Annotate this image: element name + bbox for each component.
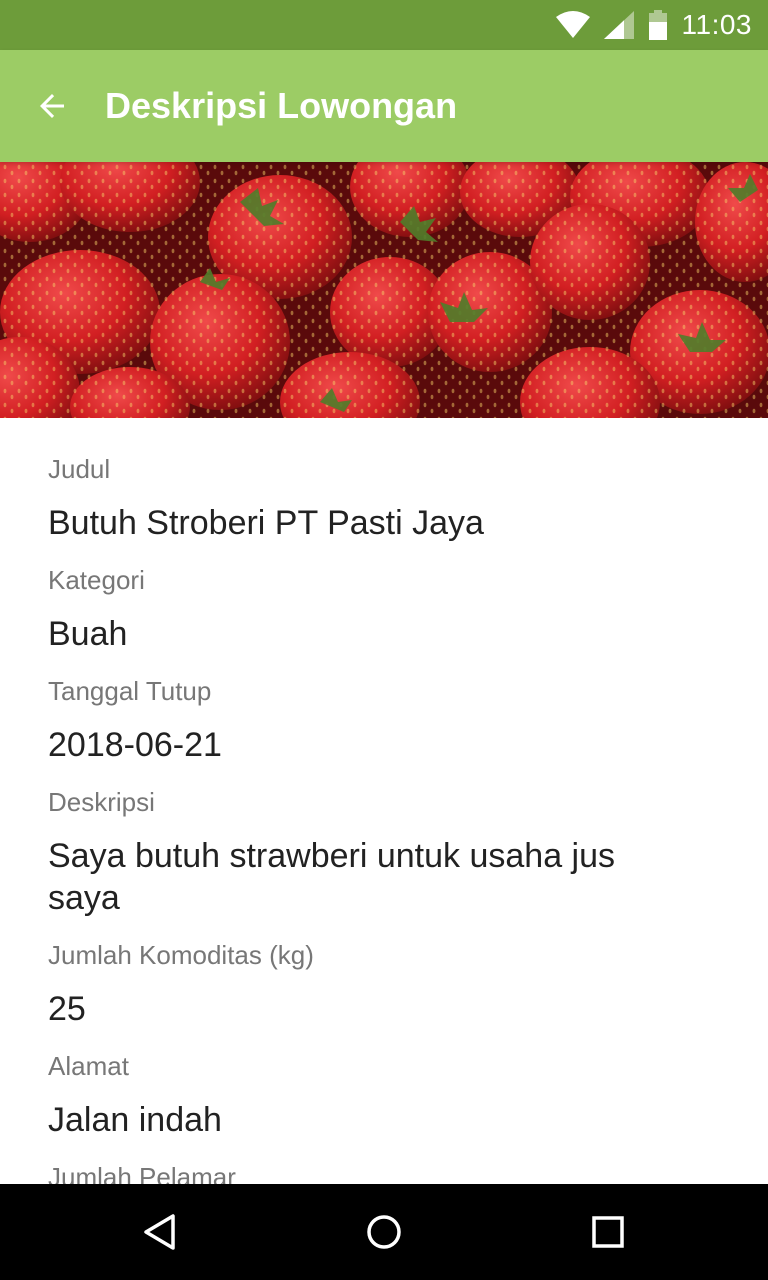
status-icons: 11:03 xyxy=(555,0,753,50)
alamat-label: Alamat xyxy=(48,1051,129,1081)
circle-home-icon xyxy=(367,1215,401,1249)
wifi-icon xyxy=(555,11,590,38)
deskripsi-value: Saya butuh strawberi untuk usaha jus say… xyxy=(48,837,616,917)
triangle-back-icon xyxy=(144,1214,175,1250)
alamat-value: Jalan indah xyxy=(48,1101,222,1139)
tanggal-tutup-value: 2018-06-21 xyxy=(48,726,222,764)
jumlah-komoditas-value: 25 xyxy=(48,990,86,1028)
system-nav-bar xyxy=(0,1184,768,1280)
status-bar: 11:03 xyxy=(0,0,768,50)
tanggal-tutup-label: Tanggal Tutup xyxy=(48,676,212,706)
arrow-back-icon xyxy=(40,94,64,118)
banner-image xyxy=(0,162,768,418)
nav-home-button[interactable] xyxy=(354,1202,414,1262)
jumlah-pelamar-label: Jumlah Pelamar xyxy=(48,1162,236,1184)
nav-recents-button[interactable] xyxy=(578,1202,638,1262)
status-time: 11:03 xyxy=(681,9,752,40)
nav-back-button[interactable] xyxy=(130,1202,190,1262)
job-details: Judul Butuh Stroberi PT Pasti Jaya Kateg… xyxy=(0,418,768,1184)
deskripsi-label: Deskripsi xyxy=(48,787,155,817)
strawberries-photo xyxy=(0,162,768,418)
back-button[interactable] xyxy=(24,78,80,134)
judul-label: Judul xyxy=(48,454,111,484)
battery-icon xyxy=(648,10,667,40)
judul-value: Butuh Stroberi PT Pasti Jaya xyxy=(48,504,484,542)
square-recents-icon xyxy=(592,1216,624,1248)
app-toolbar: Deskripsi Lowongan xyxy=(0,50,768,162)
jumlah-komoditas-label: Jumlah Komoditas (kg) xyxy=(48,940,314,970)
cell-signal-icon xyxy=(603,11,634,39)
kategori-value: Buah xyxy=(48,615,128,653)
page-title: Deskripsi Lowongan xyxy=(105,85,458,126)
kategori-label: Kategori xyxy=(48,565,145,595)
